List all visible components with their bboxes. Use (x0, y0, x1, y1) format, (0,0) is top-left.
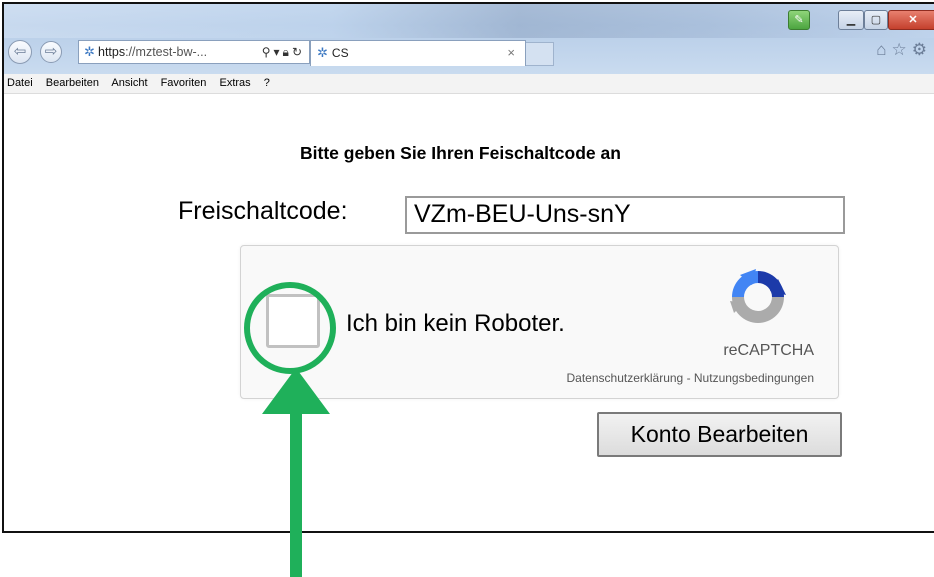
forward-arrow-icon[interactable]: ⇨ (40, 41, 62, 63)
recaptcha-terms-links[interactable]: Datenschutzerklärung - Nutzungsbedingung… (456, 371, 815, 385)
tab-title: CS (331, 46, 349, 60)
dropdown-icon[interactable]: ▾ (274, 45, 283, 59)
page-title: Bitte geben Sie Ihren Feischaltcode an (300, 143, 621, 163)
code-input[interactable]: VZm-BEU-Uns-snY (405, 196, 845, 234)
home-icon[interactable]: ⌂ (876, 40, 891, 59)
back-arrow-icon[interactable]: ⇦ (8, 40, 32, 64)
address-scheme: https (98, 45, 126, 59)
site-favicon-icon: ✲ (84, 44, 95, 59)
title-bar: ✎ ▁ ▢ ✕ ⇦ ⇨ ✲ https://mztest-bw-... ⚲▾🔒︎↻… (4, 4, 934, 74)
gear-icon[interactable]: ⚙ (912, 40, 932, 59)
menu-item-bearbeiten[interactable]: Bearbeiten (46, 77, 99, 89)
minimize-button[interactable]: ▁ (838, 10, 864, 30)
pointer-arrow-icon (262, 368, 330, 577)
new-tab-button[interactable] (526, 42, 554, 66)
address-bar[interactable]: ✲ https://mztest-bw-... ⚲▾🔒︎↻ (78, 40, 310, 64)
browser-tab[interactable]: ✲ CS × (310, 40, 526, 66)
menu-item-help[interactable]: ? (264, 77, 270, 89)
refresh-icon[interactable]: ↻ (292, 45, 305, 59)
recaptcha-brand: reCAPTCHA (723, 342, 814, 359)
highlight-circle (244, 282, 336, 374)
menu-item-ansicht[interactable]: Ansicht (111, 77, 147, 89)
lock-icon[interactable]: 🔒︎ (283, 45, 292, 59)
recaptcha-logo-icon (730, 269, 786, 323)
maximize-button[interactable]: ▢ (864, 10, 888, 30)
edit-icon[interactable]: ✎ (788, 10, 810, 30)
search-icon[interactable]: ⚲ (262, 45, 274, 59)
submit-button[interactable]: Konto Bearbeiten (597, 412, 842, 457)
star-icon[interactable]: ☆ (892, 40, 912, 59)
address-host: ://mztest-bw-... (125, 45, 208, 59)
tab-favicon-icon: ✲ (317, 45, 328, 60)
menu-bar: Datei Bearbeiten Ansicht Favoriten Extra… (4, 74, 934, 94)
tab-close-icon[interactable]: × (507, 41, 515, 65)
code-label: Freischaltcode: (178, 197, 348, 225)
menu-item-extras[interactable]: Extras (219, 77, 250, 89)
captcha-checkbox-label: Ich bin kein Roboter. (346, 310, 565, 337)
menu-item-favoriten[interactable]: Favoriten (161, 77, 207, 89)
menu-item-datei[interactable]: Datei (7, 77, 33, 89)
toolbar-icons: ⌂☆⚙ (876, 40, 932, 60)
close-button[interactable]: ✕ (888, 10, 934, 30)
